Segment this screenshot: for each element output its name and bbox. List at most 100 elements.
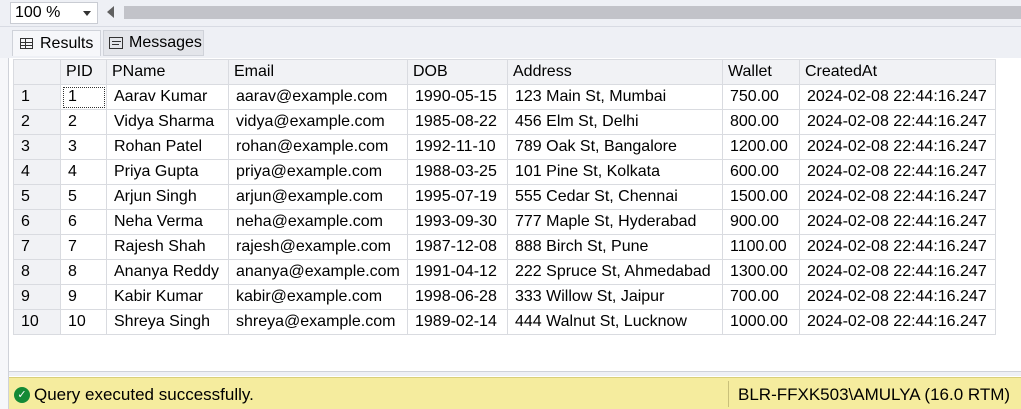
cell-pid[interactable]: 1 [60, 84, 107, 110]
tab-results[interactable]: Results [12, 30, 101, 56]
cell-createdat[interactable]: 2024-02-08 22:44:16.247 [799, 259, 996, 285]
cell-dob[interactable]: 1988-03-25 [407, 159, 508, 185]
cell-email[interactable]: neha@example.com [228, 209, 408, 235]
cell-email[interactable]: priya@example.com [228, 159, 408, 185]
table-row[interactable]: 8 8 Ananya Reddy ananya@example.com 1991-04-… [13, 259, 996, 285]
cell-pid[interactable]: 7 [60, 234, 107, 260]
table-row[interactable]: 1 1 Aarav Kumar aarav@example.com 1990-05-15… [13, 84, 996, 110]
cell-email[interactable]: rohan@example.com [228, 134, 408, 160]
cell-createdat[interactable]: 2024-02-08 22:44:16.247 [799, 109, 996, 135]
cell-rownum[interactable]: 10 [13, 309, 61, 335]
table-row[interactable]: 6 6 Neha Verma neha@example.com 1993-09-30 77… [13, 209, 996, 235]
cell-rownum[interactable]: 1 [13, 84, 61, 110]
cell-email[interactable]: arjun@example.com [228, 184, 408, 210]
cell-rownum[interactable]: 6 [13, 209, 61, 235]
cell-address[interactable]: 888 Birch St, Pune [507, 234, 723, 260]
table-row[interactable]: 5 5 Arjun Singh arjun@example.com 1995-07-19… [13, 184, 996, 210]
zoom-dropdown[interactable]: 100 % [10, 2, 98, 24]
cell-pid[interactable]: 8 [60, 259, 107, 285]
cell-email[interactable]: kabir@example.com [228, 284, 408, 310]
cell-pid[interactable]: 6 [60, 209, 107, 235]
cell-address[interactable]: 333 Willow St, Jaipur [507, 284, 723, 310]
cell-pid[interactable]: 10 [60, 309, 107, 335]
cell-rownum[interactable]: 3 [13, 134, 61, 160]
cell-address[interactable]: 555 Cedar St, Chennai [507, 184, 723, 210]
cell-address[interactable]: 444 Walnut St, Lucknow [507, 309, 723, 335]
cell-wallet[interactable]: 1200.00 [722, 134, 800, 160]
cell-wallet[interactable]: 900.00 [722, 209, 800, 235]
cell-createdat[interactable]: 2024-02-08 22:44:16.247 [799, 234, 996, 260]
cell-email[interactable]: rajesh@example.com [228, 234, 408, 260]
cell-pname[interactable]: Shreya Singh [106, 309, 229, 335]
chevron-down-icon[interactable] [83, 10, 91, 16]
cell-pname[interactable]: Rohan Patel [106, 134, 229, 160]
table-row[interactable]: 7 7 Rajesh Shah rajesh@example.com 1987-12-0… [13, 234, 996, 260]
table-row[interactable]: 9 9 Kabir Kumar kabir@example.com 1998-06-28… [13, 284, 996, 310]
cell-wallet[interactable]: 600.00 [722, 159, 800, 185]
cell-rownum[interactable]: 2 [13, 109, 61, 135]
cell-address[interactable]: 456 Elm St, Delhi [507, 109, 723, 135]
cell-pname[interactable]: Kabir Kumar [106, 284, 229, 310]
cell-wallet[interactable]: 1300.00 [722, 259, 800, 285]
cell-pname[interactable]: Neha Verma [106, 209, 229, 235]
cell-address[interactable]: 101 Pine St, Kolkata [507, 159, 723, 185]
cell-wallet[interactable]: 1000.00 [722, 309, 800, 335]
cell-dob[interactable]: 1990-05-15 [407, 84, 508, 110]
cell-createdat[interactable]: 2024-02-08 22:44:16.247 [799, 209, 996, 235]
table-row[interactable]: 3 3 Rohan Patel rohan@example.com 1992-11-10… [13, 134, 996, 160]
table-row[interactable]: 4 4 Priya Gupta priya@example.com 1988-03-25… [13, 159, 996, 185]
cell-email[interactable]: ananya@example.com [228, 259, 408, 285]
cell-createdat[interactable]: 2024-02-08 22:44:16.247 [799, 184, 996, 210]
cell-wallet[interactable]: 1100.00 [722, 234, 800, 260]
cell-email[interactable]: vidya@example.com [228, 109, 408, 135]
cell-dob[interactable]: 1989-02-14 [407, 309, 508, 335]
cell-pid[interactable]: 9 [60, 284, 107, 310]
cell-createdat[interactable]: 2024-02-08 22:44:16.247 [799, 134, 996, 160]
column-header-email[interactable]: Email [228, 59, 408, 85]
cell-pname[interactable]: Vidya Sharma [106, 109, 229, 135]
table-row[interactable]: 2 2 Vidya Sharma vidya@example.com 1985-08-2… [13, 109, 996, 135]
cell-dob[interactable]: 1987-12-08 [407, 234, 508, 260]
column-header-createdat[interactable]: CreatedAt [799, 59, 996, 85]
column-header-dob[interactable]: DOB [407, 59, 508, 85]
column-header-pid[interactable]: PID [60, 59, 107, 85]
tab-messages[interactable]: Messages [103, 30, 204, 56]
cell-createdat[interactable]: 2024-02-08 22:44:16.247 [799, 84, 996, 110]
cell-pname[interactable]: Rajesh Shah [106, 234, 229, 260]
cell-pid[interactable]: 5 [60, 184, 107, 210]
cell-address[interactable]: 123 Main St, Mumbai [507, 84, 723, 110]
cell-rownum[interactable]: 9 [13, 284, 61, 310]
cell-wallet[interactable]: 800.00 [722, 109, 800, 135]
cell-dob[interactable]: 1992-11-10 [407, 134, 508, 160]
cell-dob[interactable]: 1991-04-12 [407, 259, 508, 285]
horizontal-scrollbar[interactable] [124, 6, 1021, 19]
cell-wallet[interactable]: 750.00 [722, 84, 800, 110]
cell-pname[interactable]: Ananya Reddy [106, 259, 229, 285]
cell-wallet[interactable]: 1500.00 [722, 184, 800, 210]
cell-pid[interactable]: 3 [60, 134, 107, 160]
cell-dob[interactable]: 1998-06-28 [407, 284, 508, 310]
cell-pid[interactable]: 4 [60, 159, 107, 185]
cell-wallet[interactable]: 700.00 [722, 284, 800, 310]
scroll-left-arrow-icon[interactable] [107, 6, 114, 18]
column-header-pname[interactable]: PName [106, 59, 229, 85]
column-header-rownum[interactable] [13, 59, 61, 85]
cell-dob[interactable]: 1985-08-22 [407, 109, 508, 135]
cell-email[interactable]: aarav@example.com [228, 84, 408, 110]
cell-createdat[interactable]: 2024-02-08 22:44:16.247 [799, 284, 996, 310]
cell-pname[interactable]: Aarav Kumar [106, 84, 229, 110]
cell-rownum[interactable]: 8 [13, 259, 61, 285]
column-header-wallet[interactable]: Wallet [722, 59, 800, 85]
cell-pname[interactable]: Arjun Singh [106, 184, 229, 210]
cell-createdat[interactable]: 2024-02-08 22:44:16.247 [799, 309, 996, 335]
table-row[interactable]: 10 10 Shreya Singh shreya@example.com 1989-0… [13, 309, 996, 335]
cell-email[interactable]: shreya@example.com [228, 309, 408, 335]
cell-createdat[interactable]: 2024-02-08 22:44:16.247 [799, 159, 996, 185]
cell-rownum[interactable]: 5 [13, 184, 61, 210]
cell-pname[interactable]: Priya Gupta [106, 159, 229, 185]
results-grid[interactable]: PID PName Email DOB Address Wallet Creat… [13, 59, 996, 335]
column-header-address[interactable]: Address [507, 59, 723, 85]
cell-pid[interactable]: 2 [60, 109, 107, 135]
cell-rownum[interactable]: 4 [13, 159, 61, 185]
cell-dob[interactable]: 1995-07-19 [407, 184, 508, 210]
